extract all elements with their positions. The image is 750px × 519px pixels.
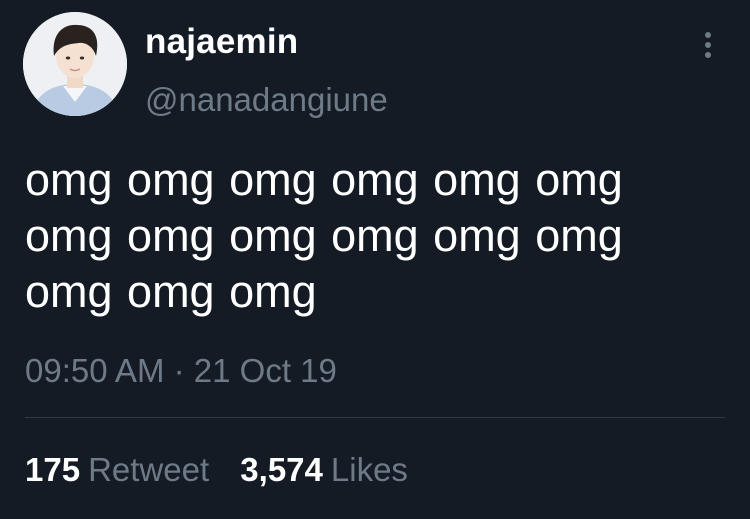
- tweet-date: 21 Oct 19: [193, 352, 337, 389]
- avatar[interactable]: [23, 12, 127, 116]
- more-options-button[interactable]: [696, 30, 720, 60]
- tweet-text-line: omg omg omg: [25, 266, 317, 317]
- vertical-ellipsis-icon: [705, 32, 711, 38]
- retweet-stat[interactable]: 175 Retweet: [25, 450, 209, 490]
- retweet-label: Retweet: [88, 451, 210, 488]
- engagement-stats: 175 Retweet 3,574 Likes: [25, 450, 430, 490]
- retweet-count: 175: [25, 451, 81, 488]
- likes-stat[interactable]: 3,574 Likes: [240, 450, 408, 490]
- likes-count: 3,574: [240, 451, 323, 488]
- divider: [25, 417, 725, 418]
- vertical-ellipsis-icon: [705, 52, 711, 58]
- tweet-card: najaemin @nanadangiune omg omg omg omg o…: [0, 0, 750, 519]
- tweet-text-line: omg omg omg omg omg omg: [25, 154, 623, 205]
- tweet-text: omg omg omg omg omg omg omg omg omg omg …: [25, 152, 715, 320]
- timestamp-separator: ·: [173, 352, 185, 389]
- display-name[interactable]: najaemin: [145, 22, 298, 62]
- tweet-text-line: omg omg omg omg omg omg: [25, 210, 623, 261]
- tweet-time: 09:50 AM: [25, 352, 165, 389]
- profile-photo: [23, 12, 127, 116]
- tweet-timestamp[interactable]: 09:50 AM · 21 Oct 19: [25, 351, 337, 391]
- vertical-ellipsis-icon: [705, 42, 711, 48]
- user-handle[interactable]: @nanadangiune: [145, 80, 388, 120]
- likes-label: Likes: [330, 451, 408, 488]
